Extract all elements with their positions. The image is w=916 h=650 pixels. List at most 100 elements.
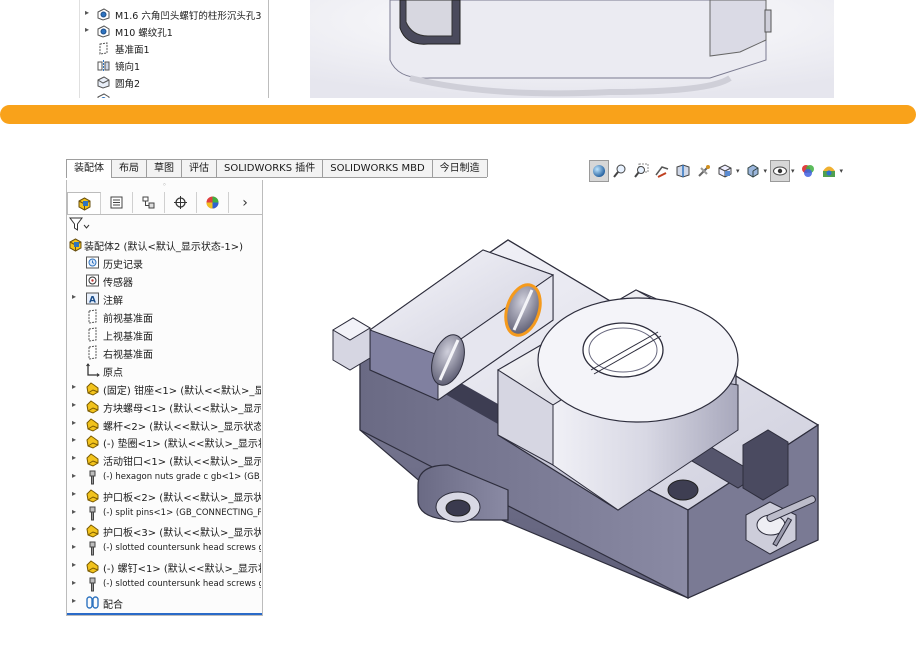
dynamic-annotation-button[interactable] — [694, 160, 714, 182]
tab-assembly[interactable]: 装配体 — [66, 159, 112, 178]
tab-solidworks-mbd[interactable]: SOLIDWORKS MBD — [322, 159, 433, 177]
expand-arrow-icon[interactable]: ▸ — [72, 453, 76, 462]
expand-arrow-icon[interactable]: ▸ — [72, 400, 76, 409]
hole-wizard-icon — [97, 8, 110, 21]
panel-splitter-handle[interactable]: ◦ — [67, 180, 262, 190]
tree-item-component[interactable]: ▸ (固定) 钳座<1> (默认<<默认>_显示状 — [67, 380, 262, 397]
tab-sketch[interactable]: 草图 — [146, 159, 182, 177]
tree-item-component[interactable]: ▸ (-) slotted countersunk head screws gb< — [67, 540, 262, 557]
expand-arrow-icon[interactable]: ▸ — [72, 435, 76, 444]
svg-text:A: A — [89, 296, 96, 306]
feature-manager-panel: ◦ › 装配体2 (默认<默认_显示状态-1>) 历史记录 传感器 ▸ A 注解… — [66, 180, 263, 616]
chevron-down-icon[interactable]: ▾ — [736, 167, 740, 175]
expand-arrow-icon[interactable]: ▸ — [72, 292, 76, 301]
zoom-to-fit-icon — [613, 164, 626, 178]
tree-item-component[interactable]: ▸ (-) split pins<1> (GB_CONNECTING_PIEC — [67, 505, 262, 522]
expand-arrow-icon[interactable]: ▸ — [72, 471, 76, 480]
tree-item-component[interactable]: ▸ 螺杆<2> (默认<<默认>_显示状态 1> — [67, 416, 262, 433]
tree-item-component[interactable]: ▸ 护口板<2> (默认<<默认>_显示状态 — [67, 487, 262, 504]
hide-show-items-button[interactable] — [770, 160, 791, 182]
tree-item-mates[interactable]: ▸ 配合 — [67, 594, 262, 611]
tab-configuration-manager[interactable] — [132, 192, 165, 213]
plane-icon — [99, 42, 108, 55]
tree-item-label: 螺杆<2> (默认<<默认>_显示状态 1> — [103, 421, 261, 433]
section-view-button[interactable] — [673, 160, 693, 182]
tree-item-component[interactable]: ▸ (-) hexagon nuts grade c gb<1> (GB_FA — [67, 469, 262, 486]
expand-arrow-icon[interactable]: ▸ — [72, 507, 76, 516]
graphics-area[interactable] — [318, 220, 828, 610]
tab-property-manager[interactable] — [100, 192, 133, 213]
feature-manager-tabs: › — [67, 192, 262, 215]
tree-item-label: 历史记录 — [103, 260, 143, 271]
tree-item-component[interactable]: ▸ (-) 垫圈<1> (默认<<默认>_显示状态 — [67, 433, 262, 450]
tab-featuremanager-tree[interactable] — [67, 192, 101, 214]
tree-item-top-plane[interactable]: 上视基准面 — [67, 326, 262, 343]
tab-evaluate[interactable]: 评估 — [181, 159, 217, 177]
tab-display-manager[interactable] — [196, 192, 229, 213]
expand-arrow-icon[interactable]: ▸ — [72, 560, 76, 569]
top-model-viewport[interactable] — [310, 0, 834, 98]
chevron-down-icon[interactable]: ▾ — [840, 167, 844, 175]
previous-view-button[interactable] — [652, 160, 672, 182]
expand-arrow-icon[interactable]: ▸ — [72, 524, 76, 533]
tab-dimxpert-manager[interactable] — [164, 192, 197, 213]
tree-item-right-plane[interactable]: 右视基准面 — [67, 344, 262, 361]
mates-icon — [86, 595, 99, 609]
tree-item-origin[interactable]: 原点 — [67, 362, 262, 379]
tree-item-component[interactable]: ▸ 护口板<3> (默认<<默认>_显示状态 — [67, 522, 262, 539]
zoom-to-area-button[interactable] — [631, 160, 651, 182]
chevron-down-icon[interactable]: ▾ — [791, 167, 795, 175]
view-orientation-icon — [718, 164, 732, 178]
tree-item-component[interactable]: ▸ (-) 螺钉<1> (默认<<默认>_显示状态 — [67, 558, 262, 575]
tree-item-annotations[interactable]: ▸ A 注解 — [67, 290, 262, 307]
tree-item-sensors[interactable]: 传感器 — [67, 272, 262, 289]
tree-item-mirror1[interactable]: 镜向1 — [80, 57, 268, 74]
toolbox-icon — [89, 577, 96, 592]
view-orientation-sphere-button[interactable] — [589, 160, 609, 182]
expand-arrow-icon[interactable]: ▸ — [85, 0, 89, 1]
tab-solidworks-addins[interactable]: SOLIDWORKS 插件 — [216, 159, 324, 177]
tree-item-component[interactable]: ▸ 活动钳口<1> (默认<<默认>_显示状 — [67, 451, 262, 468]
part-icon — [86, 400, 99, 414]
tree-item-component[interactable]: ▸ (-) slotted countersunk head screws gb< — [67, 576, 262, 593]
expand-arrow-icon[interactable]: ▸ — [72, 578, 76, 587]
tree-item-label: 前视基准面 — [103, 314, 153, 325]
tree-item-plane1[interactable]: 基准面1 — [80, 40, 268, 57]
part-icon — [86, 524, 99, 538]
tab-layout[interactable]: 布局 — [111, 159, 147, 177]
tree-row-cut-bottom[interactable] — [80, 91, 268, 98]
view-orientation-button[interactable] — [715, 160, 735, 182]
sensor-icon — [86, 274, 99, 287]
expand-arrow-icon[interactable]: ▸ — [72, 542, 76, 551]
assembly-icon — [69, 238, 82, 252]
expand-arrow-icon[interactable]: ▸ — [72, 596, 76, 605]
tree-item-tapped-hole[interactable]: ▸ M10 螺纹孔1 — [80, 23, 268, 40]
apply-scene-icon — [822, 166, 835, 177]
hide-show-icon — [773, 166, 788, 176]
tree-item-label: (固定) 钳座<1> (默认<<默认>_显示状 — [103, 386, 261, 397]
display-style-button[interactable] — [743, 160, 763, 182]
tree-item-cbore3[interactable]: ▸ M1.6 六角凹头螺钉的柱形沉头孔3 — [80, 6, 268, 23]
top-feature-tree: ▸ — — — — — — — ▸ M1.6 六角凹头螺钉的柱形沉头孔3 ▸ M… — [79, 0, 269, 98]
edit-appearance-button[interactable] — [798, 160, 818, 182]
expand-arrow-icon[interactable]: ▸ — [72, 382, 76, 391]
expand-arrow-icon[interactable]: ▸ — [72, 489, 76, 498]
tree-item-front-plane[interactable]: 前视基准面 — [67, 308, 262, 325]
tree-root-assembly[interactable]: 装配体2 (默认<默认_显示状态-1>) — [67, 236, 262, 253]
tab-manufacturing[interactable]: 今日制造 — [431, 159, 488, 177]
display-manager-icon — [206, 196, 218, 209]
apply-scene-button[interactable] — [819, 160, 839, 182]
mirror-icon — [97, 60, 110, 71]
more-tabs-arrow[interactable]: › — [229, 192, 261, 213]
chevron-down-icon[interactable]: ▾ — [764, 167, 768, 175]
expand-arrow-icon[interactable]: ▸ — [85, 8, 89, 17]
part-icon — [86, 417, 99, 432]
expand-arrow-icon[interactable]: ▸ — [72, 418, 76, 427]
tree-item-fillet2[interactable]: 圆角2 — [80, 74, 268, 91]
tree-item-component[interactable]: ▸ 方块螺母<1> (默认<<默认>_显示状 — [67, 398, 262, 415]
expand-arrow-icon[interactable]: ▸ — [85, 25, 89, 34]
zoom-to-fit-button[interactable] — [610, 160, 630, 182]
zoom-to-area-icon — [634, 163, 649, 178]
filter-button[interactable] — [69, 216, 95, 234]
tree-item-history[interactable]: 历史记录 — [67, 254, 262, 271]
